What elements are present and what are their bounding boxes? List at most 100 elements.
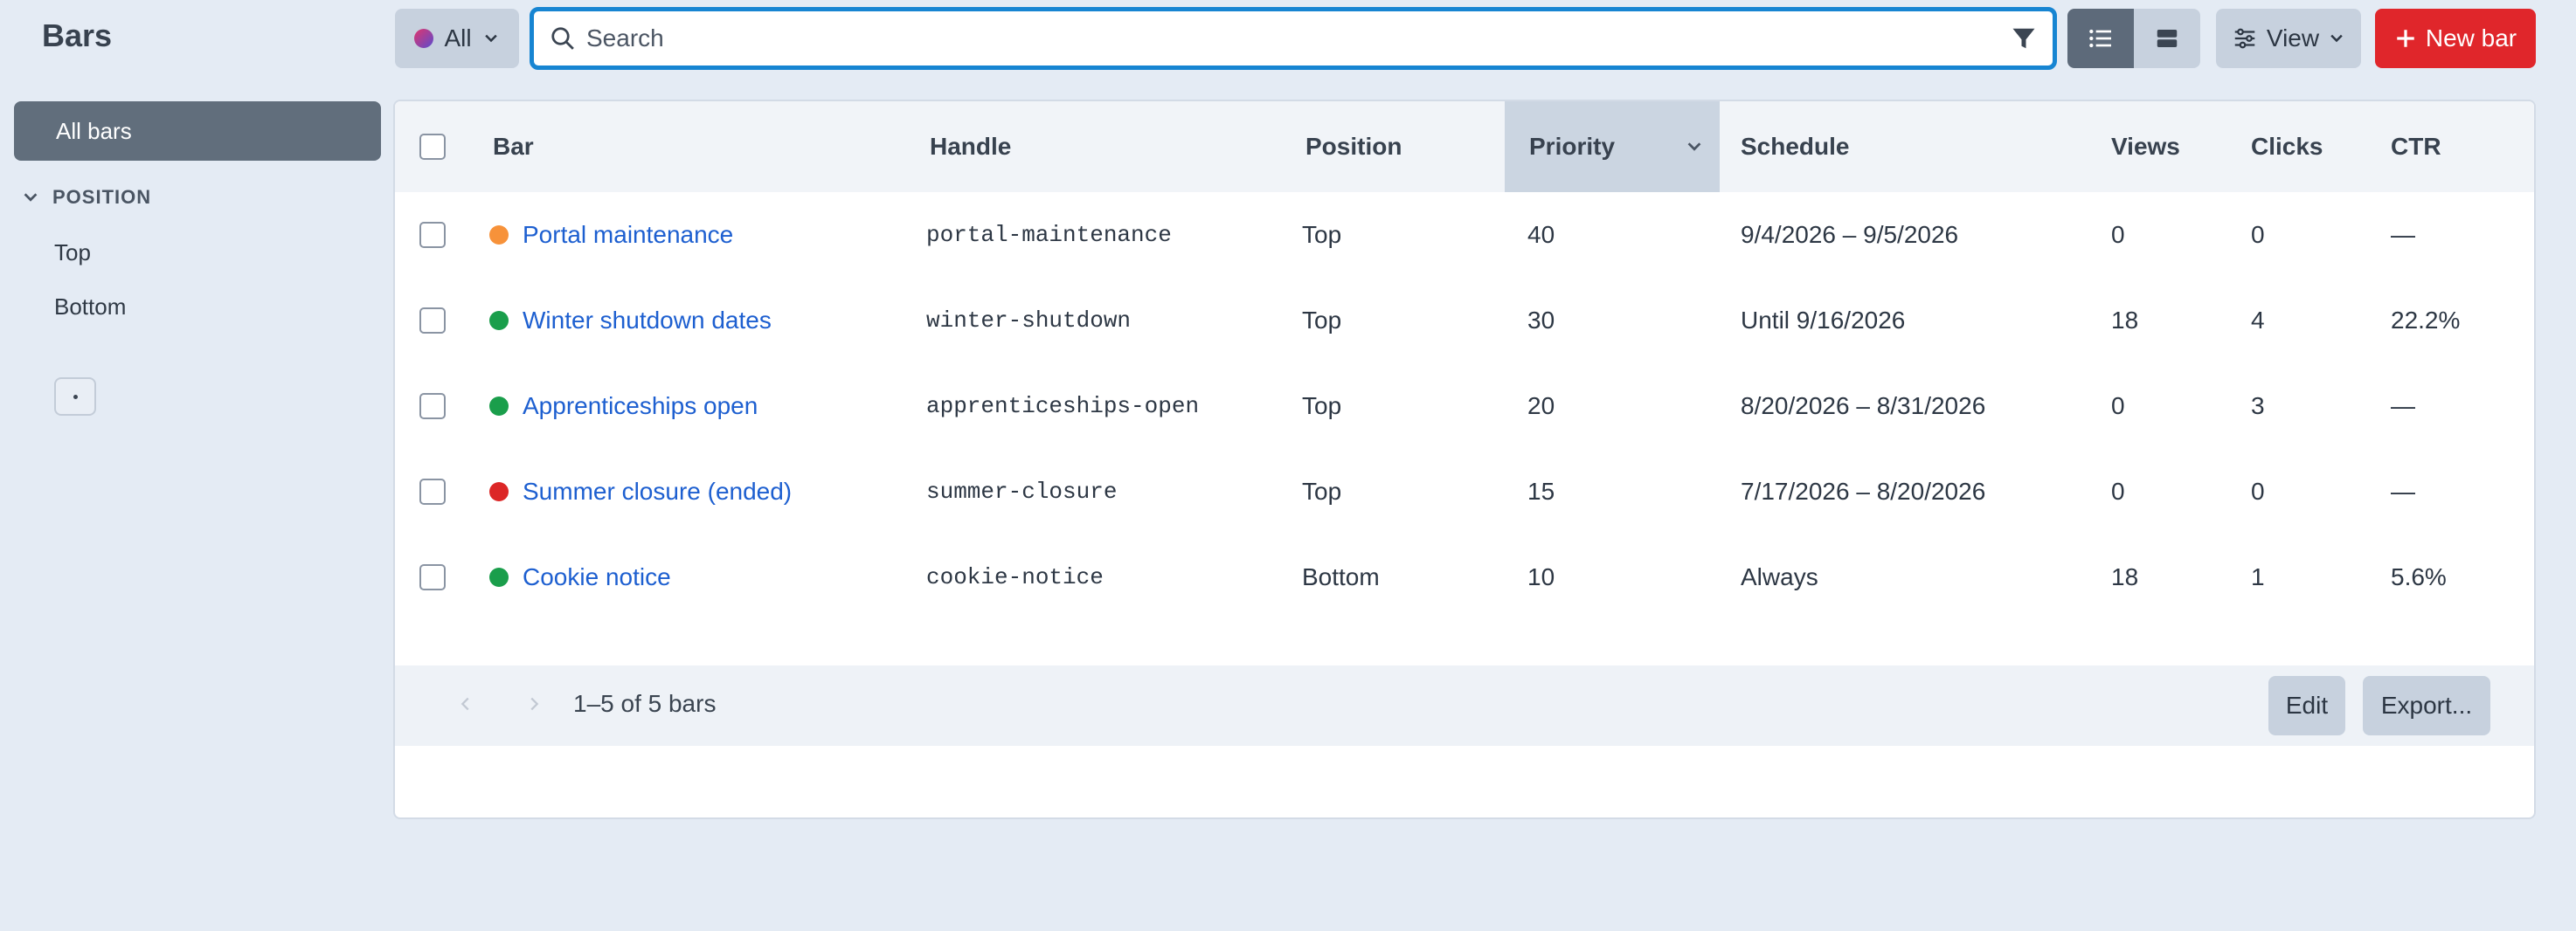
schedule-cell: 9/4/2026 – 9/5/2026 — [1741, 221, 1959, 248]
view-options-button[interactable]: View — [2216, 9, 2361, 68]
table-row[interactable]: Summer closure (ended) summer-closure Top 1… — [395, 449, 2534, 534]
bar-name-link[interactable]: Apprenticeships open — [523, 392, 758, 420]
status-mixed-icon — [414, 29, 434, 48]
ctr-cell: 22.2% — [2391, 307, 2461, 334]
status-dot-icon — [489, 397, 509, 416]
clicks-cell: 3 — [2251, 392, 2265, 419]
ellipsis-icon — [73, 394, 78, 399]
table-row[interactable]: Portal maintenance portal-maintenance Top 4… — [395, 192, 2534, 278]
bar-name-cell: Winter shutdown dates — [489, 278, 772, 363]
filter-label: All — [444, 24, 472, 52]
search-input[interactable] — [586, 24, 2011, 52]
views-cell: 0 — [2111, 478, 2125, 505]
position-cell: Bottom — [1302, 563, 1380, 590]
section-label: POSITION — [52, 186, 152, 208]
sliders-icon — [2234, 28, 2255, 49]
pagination-range: 1–5 of 5 bars — [573, 690, 717, 717]
column-header-ctr[interactable]: CTR — [2391, 101, 2441, 192]
row-select-cell — [419, 278, 446, 363]
ctr-cell: — — [2391, 392, 2415, 419]
new-bar-button[interactable]: New bar — [2375, 9, 2536, 68]
plus-icon — [2397, 30, 2414, 47]
row-checkbox[interactable] — [419, 564, 446, 590]
bar-name-cell: Portal maintenance — [489, 192, 733, 278]
page-title: Bars — [42, 17, 113, 53]
ctr-cell: — — [2391, 478, 2415, 505]
handle-cell: apprenticeships-open — [926, 393, 1200, 419]
table-row[interactable]: Cookie notice cookie-notice Bottom 10 Always… — [395, 534, 2534, 620]
bar-name-cell: Summer closure (ended) — [489, 449, 792, 534]
row-select-cell — [419, 449, 446, 534]
column-header-views[interactable]: Views — [2111, 101, 2180, 192]
position-cell: Top — [1302, 392, 1342, 419]
table-footer: 1–5 of 5 bars Edit Export... — [395, 665, 2534, 746]
previous-page-icon[interactable] — [456, 692, 475, 720]
sidebar-item-bottom[interactable]: Bottom — [54, 293, 126, 321]
views-cell: 18 — [2111, 307, 2139, 334]
row-checkbox[interactable] — [419, 479, 446, 505]
handle-cell: winter-shutdown — [926, 307, 1132, 334]
select-all-checkbox[interactable] — [419, 134, 446, 160]
clicks-cell: 4 — [2251, 307, 2265, 334]
status-dot-icon — [489, 311, 509, 330]
schedule-cell: 8/20/2026 – 8/31/2026 — [1741, 392, 1986, 419]
status-filter-button[interactable]: All — [395, 9, 519, 68]
handle-cell: summer-closure — [926, 479, 1118, 505]
chevron-down-icon — [24, 193, 38, 202]
priority-cell: 10 — [1527, 563, 1555, 590]
edit-button[interactable]: Edit — [2268, 676, 2345, 735]
status-dot-icon — [489, 568, 509, 587]
handle-cell: portal-maintenance — [926, 222, 1172, 248]
cards-icon — [2157, 30, 2178, 47]
sidebar-item-top[interactable]: Top — [54, 239, 91, 266]
search-icon — [551, 27, 574, 50]
handle-cell: cookie-notice — [926, 564, 1104, 590]
row-checkbox[interactable] — [419, 307, 446, 334]
position-cell: Top — [1302, 478, 1342, 505]
row-select-cell — [419, 363, 446, 449]
export-button[interactable]: Export... — [2363, 676, 2490, 735]
sort-descending-icon — [1687, 142, 1701, 151]
column-header-position[interactable]: Position — [1305, 101, 1402, 192]
clicks-cell: 1 — [2251, 563, 2265, 590]
bar-name-cell: Cookie notice — [489, 534, 671, 620]
column-header-bar[interactable]: Bar — [493, 101, 534, 192]
clicks-cell: 0 — [2251, 221, 2265, 248]
bar-name-link[interactable]: Summer closure (ended) — [523, 478, 792, 506]
priority-cell: 30 — [1527, 307, 1555, 334]
list-icon — [2089, 29, 2111, 48]
search-field[interactable] — [530, 7, 2057, 70]
more-options-button[interactable] — [54, 377, 96, 416]
bar-name-link[interactable]: Cookie notice — [523, 563, 671, 591]
column-header-clicks[interactable]: Clicks — [2251, 101, 2323, 192]
bar-name-link[interactable]: Winter shutdown dates — [523, 307, 772, 334]
sidebar-item-all-bars[interactable]: All bars — [14, 101, 381, 161]
bar-name-link[interactable]: Portal maintenance — [523, 221, 733, 249]
status-dot-icon — [489, 482, 509, 501]
chevron-down-icon — [484, 34, 497, 43]
table-row[interactable]: Apprenticeships open apprenticeships-open… — [395, 363, 2534, 449]
sidebar-section-position[interactable]: POSITION — [21, 182, 151, 213]
views-cell: 0 — [2111, 392, 2125, 419]
bars-table-card: Bar Handle Position Priority Schedule Vi… — [393, 100, 2536, 819]
chevron-down-icon — [2330, 34, 2343, 43]
table-row[interactable]: Winter shutdown dates winter-shutdown Top 3… — [395, 278, 2534, 363]
ctr-cell: — — [2391, 221, 2415, 248]
sidebar-item-label: All bars — [56, 117, 132, 144]
row-checkbox[interactable] — [419, 222, 446, 248]
list-view-toggle[interactable] — [2067, 9, 2134, 68]
position-cell: Top — [1302, 221, 1342, 248]
column-header-handle[interactable]: Handle — [930, 101, 1011, 192]
column-header-priority[interactable]: Priority — [1505, 101, 1720, 192]
column-header-schedule[interactable]: Schedule — [1741, 101, 1849, 192]
views-cell: 18 — [2111, 563, 2139, 590]
filter-icon[interactable] — [2011, 25, 2037, 52]
table-header: Bar Handle Position Priority Schedule Vi… — [395, 101, 2534, 192]
row-select-cell — [419, 534, 446, 620]
card-view-toggle[interactable] — [2134, 9, 2200, 68]
select-all-cell — [419, 101, 446, 192]
row-checkbox[interactable] — [419, 393, 446, 419]
views-cell: 0 — [2111, 221, 2125, 248]
row-select-cell — [419, 192, 446, 278]
next-page-icon[interactable] — [524, 692, 544, 720]
